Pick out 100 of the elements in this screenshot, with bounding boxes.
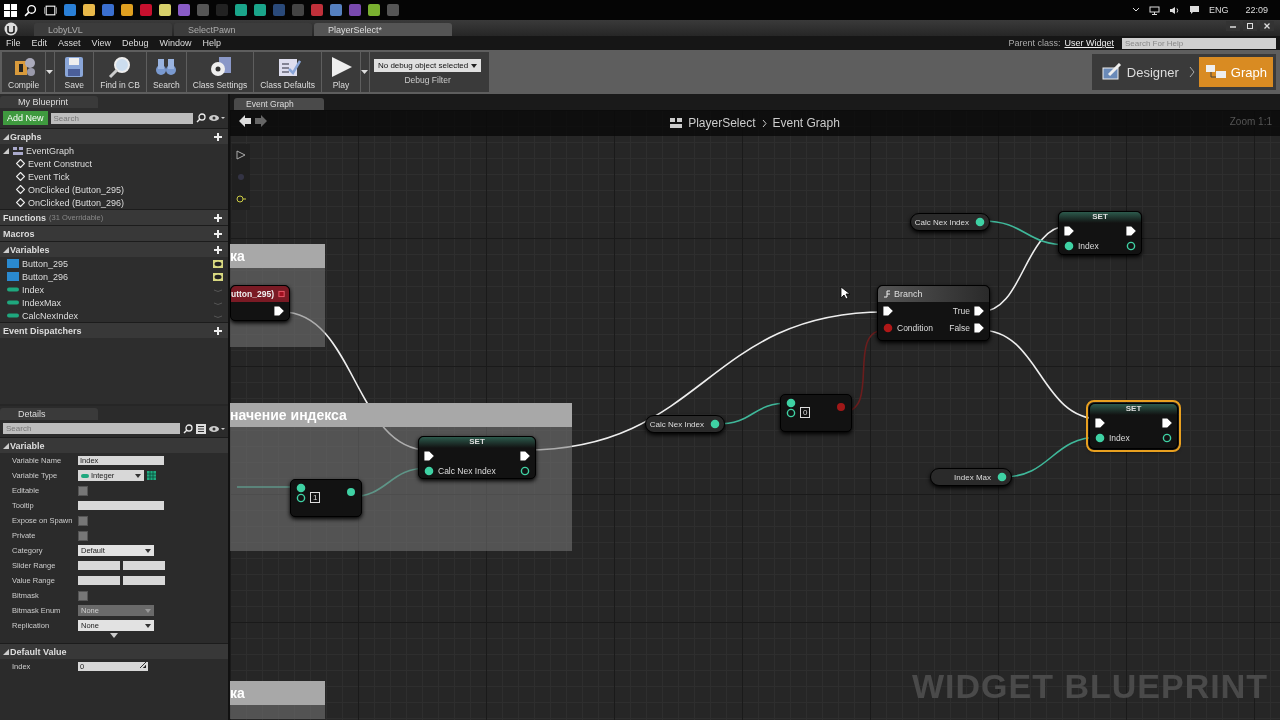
app-icon[interactable] bbox=[235, 4, 247, 16]
search-field[interactable]: Search bbox=[3, 423, 180, 434]
caret-icon[interactable] bbox=[135, 473, 141, 478]
app-icon[interactable] bbox=[83, 4, 95, 16]
add-new-button[interactable]: Add New bbox=[3, 111, 48, 125]
app-icon[interactable] bbox=[121, 4, 133, 16]
data-pin-icon[interactable] bbox=[346, 486, 356, 497]
panel-tab[interactable]: My Blueprint bbox=[0, 96, 98, 108]
set-node[interactable]: SET Calc Nex Index bbox=[418, 436, 536, 479]
network-icon[interactable] bbox=[1148, 5, 1160, 15]
data-pin-icon[interactable] bbox=[786, 407, 796, 418]
exec-pin-icon[interactable] bbox=[424, 450, 434, 461]
add-icon[interactable] bbox=[213, 325, 223, 336]
menu-item[interactable]: View bbox=[91, 38, 111, 48]
breadcrumb-item[interactable]: PlayerSelect bbox=[688, 116, 756, 130]
search-icon[interactable] bbox=[196, 113, 206, 123]
exec-pin-icon[interactable] bbox=[974, 322, 984, 333]
checkbox[interactable] bbox=[78, 530, 88, 541]
min-field[interactable] bbox=[78, 576, 120, 585]
task-view-icon[interactable] bbox=[44, 3, 57, 17]
event-node[interactable]: utton_295) bbox=[230, 285, 290, 321]
section-header[interactable]: Macros bbox=[0, 225, 228, 241]
getter-node[interactable]: Calc Nex Index bbox=[645, 415, 725, 433]
maximize-icon[interactable] bbox=[1243, 21, 1257, 31]
menu-item[interactable]: Help bbox=[202, 38, 221, 48]
section-header[interactable]: Graphs bbox=[0, 128, 228, 144]
play-icon[interactable] bbox=[236, 150, 246, 160]
toolbar-button[interactable]: Class Settings bbox=[186, 52, 254, 92]
exec-pin-icon[interactable] bbox=[274, 305, 284, 316]
tree-item[interactable]: Event Construct bbox=[28, 158, 93, 169]
operator-node[interactable]: 1 bbox=[290, 479, 362, 517]
variable-item[interactable]: Index bbox=[22, 284, 45, 295]
list-view-icon[interactable] bbox=[196, 423, 206, 434]
app-icon[interactable] bbox=[64, 4, 76, 16]
getter-node[interactable]: Calc Nex Index bbox=[910, 213, 990, 231]
editor-tab[interactable]: SelectPawn bbox=[174, 23, 312, 36]
caret-icon[interactable] bbox=[145, 548, 151, 553]
app-icon[interactable] bbox=[349, 4, 361, 16]
toolbar-button[interactable]: Search bbox=[146, 52, 186, 92]
tree-item[interactable]: Event Tick bbox=[28, 171, 70, 182]
chevron-icon[interactable] bbox=[1131, 7, 1140, 13]
data-pin-icon[interactable] bbox=[424, 465, 434, 476]
data-pin-icon[interactable] bbox=[520, 465, 530, 476]
toolbar-button[interactable]: Play bbox=[321, 52, 360, 92]
add-icon[interactable] bbox=[213, 228, 223, 239]
graph-tab[interactable]: Event Graph bbox=[234, 98, 324, 110]
exec-pin-icon[interactable] bbox=[974, 305, 984, 316]
add-icon[interactable] bbox=[213, 244, 223, 255]
help-search-field[interactable]: Search For Help bbox=[1122, 37, 1276, 49]
operator-node[interactable]: 0 bbox=[780, 394, 852, 432]
caret-icon[interactable] bbox=[471, 63, 478, 68]
value-field[interactable]: 1 bbox=[310, 492, 321, 503]
data-pin-icon[interactable] bbox=[1095, 432, 1105, 443]
data-pin-icon[interactable] bbox=[296, 492, 306, 503]
toolbar-button[interactable]: Find in CB bbox=[94, 52, 146, 92]
expand-arrow-icon[interactable] bbox=[3, 246, 9, 253]
search-icon[interactable] bbox=[183, 423, 193, 434]
exec-pin-icon[interactable] bbox=[1162, 417, 1172, 428]
eye-icon[interactable] bbox=[209, 114, 225, 122]
data-pin-icon[interactable] bbox=[1126, 240, 1136, 251]
app-icon[interactable] bbox=[159, 4, 171, 16]
clock[interactable]: 22:09 bbox=[1245, 5, 1268, 15]
app-icon[interactable] bbox=[178, 4, 190, 16]
add-icon[interactable] bbox=[213, 131, 223, 142]
getter-node[interactable]: Index Max bbox=[930, 468, 1012, 486]
search-field[interactable]: Search bbox=[50, 112, 193, 124]
dot-icon[interactable] bbox=[236, 172, 246, 182]
editor-tab[interactable]: LobyLVL bbox=[34, 23, 172, 36]
section-header[interactable]: Variables bbox=[0, 241, 228, 257]
parent-class-link[interactable]: User Widget bbox=[1064, 38, 1114, 48]
section-header[interactable]: Event Dispatchers bbox=[0, 322, 228, 338]
data-pin-icon[interactable] bbox=[1162, 432, 1172, 443]
variable-item[interactable]: IndexMax bbox=[22, 297, 62, 308]
menu-item[interactable]: Window bbox=[159, 38, 192, 48]
app-icon[interactable] bbox=[330, 4, 342, 16]
app-icon[interactable] bbox=[368, 4, 380, 16]
section-header[interactable]: Default Value bbox=[0, 643, 228, 659]
expand-arrow-icon[interactable] bbox=[110, 633, 118, 639]
app-icon[interactable] bbox=[254, 4, 266, 16]
caret-icon[interactable] bbox=[360, 69, 368, 75]
tree-item[interactable]: OnClicked (Button_296) bbox=[28, 197, 125, 208]
variable-item[interactable]: Button_295 bbox=[22, 258, 69, 269]
app-icon[interactable] bbox=[140, 4, 152, 16]
branch-node[interactable]: Branch True Condition False bbox=[877, 285, 990, 341]
variable-item[interactable]: Button_296 bbox=[22, 271, 69, 282]
exec-pin-icon[interactable] bbox=[883, 305, 893, 316]
app-icon[interactable] bbox=[311, 4, 323, 16]
data-pin-icon[interactable] bbox=[1064, 240, 1074, 251]
toolbar-button[interactable]: Compile bbox=[2, 52, 46, 92]
windows-logo-icon[interactable] bbox=[4, 3, 17, 17]
eye-icon[interactable] bbox=[213, 259, 223, 268]
exec-pin-icon[interactable] bbox=[1095, 417, 1105, 428]
section-header[interactable]: Variable bbox=[0, 437, 228, 453]
caret-icon[interactable] bbox=[46, 69, 54, 75]
set-node[interactable]: SET Index bbox=[1089, 403, 1178, 449]
tree-item[interactable]: EventGraph bbox=[26, 145, 75, 156]
editor-tab[interactable]: PlayerSelect* bbox=[314, 23, 452, 36]
key-icon[interactable] bbox=[236, 194, 246, 204]
value-field[interactable]: 0 bbox=[800, 407, 811, 418]
min-field[interactable] bbox=[78, 561, 120, 570]
